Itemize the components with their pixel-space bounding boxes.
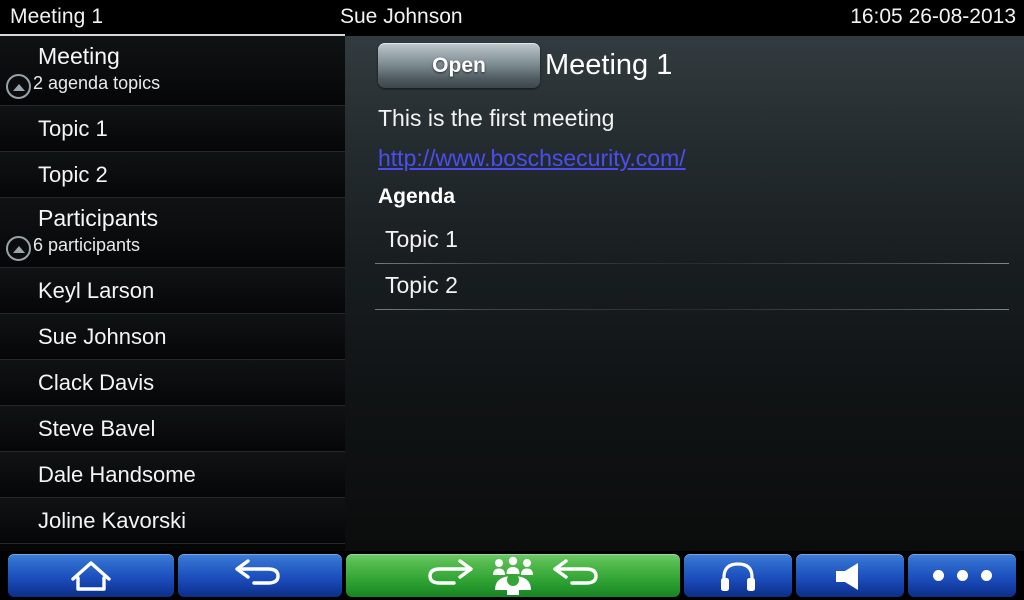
back-arrow-icon [550, 559, 604, 593]
sidebar-item-topic-2[interactable]: Topic 2 [0, 152, 345, 198]
collapse-up-icon[interactable] [6, 236, 31, 261]
sidebar-list[interactable]: Meeting 2 agenda topics Topic 1 Topic 2 … [0, 36, 345, 551]
more-button[interactable] [908, 554, 1016, 597]
back-arrow-icon [232, 559, 288, 593]
sidebar-group-title: Meeting [38, 42, 120, 70]
collapse-up-icon[interactable] [6, 74, 31, 99]
meeting-link[interactable]: http://www.boschsecurity.com/ [378, 144, 686, 172]
sidebar-group-title: Participants [38, 204, 158, 232]
sidebar-item-label: Dale Handsome [38, 460, 196, 490]
back-button[interactable] [178, 554, 342, 597]
sidebar-item-label: Sue Johnson [38, 322, 166, 352]
sidebar-group-subtitle: 6 participants [33, 234, 140, 256]
agenda-row-topic-2[interactable]: Topic 2 [375, 264, 1009, 310]
agenda-row-label: Topic 1 [385, 224, 458, 254]
header-meeting-title: Meeting 1 [10, 5, 103, 29]
sidebar-item-sue-johnson[interactable]: Sue Johnson [0, 314, 345, 360]
volume-button[interactable] [796, 554, 904, 597]
agenda-row-topic-1[interactable]: Topic 1 [375, 218, 1009, 264]
sidebar-item-dale-handsome[interactable]: Dale Handsome [0, 452, 345, 498]
sidebar-item-clack-davis[interactable]: Clack Davis [0, 360, 345, 406]
sidebar-item-label: Topic 1 [38, 114, 108, 144]
sidebar-item-label: Steve Bavel [38, 414, 155, 444]
agenda-list: Topic 1 Topic 2 [375, 218, 1009, 310]
headphones-button[interactable] [684, 554, 792, 597]
participants-group-icon [490, 556, 536, 596]
ellipsis-icon [933, 570, 992, 581]
sidebar-item-steve-bavel[interactable]: Steve Bavel [0, 406, 345, 452]
sidebar-group-subtitle: 2 agenda topics [33, 72, 160, 94]
header-current-user: Sue Johnson [340, 5, 463, 29]
headphones-icon [720, 559, 756, 593]
sidebar-item-label: Clack Davis [38, 368, 154, 398]
bottom-toolbar [0, 551, 1024, 600]
sidebar-item-label: Joline Kavorski [38, 506, 186, 536]
header-datetime: 16:05 26-08-2013 [850, 5, 1016, 29]
meeting-app-window: Meeting 1 Sue Johnson 16:05 26-08-2013 M… [0, 0, 1024, 600]
agenda-row-label: Topic 2 [385, 270, 458, 300]
forward-arrow-icon [422, 559, 476, 593]
open-button[interactable]: Open [378, 43, 540, 88]
sidebar-item-topic-1[interactable]: Topic 1 [0, 106, 345, 152]
sidebar-item-label: Keyl Larson [38, 276, 154, 306]
page-title: Meeting 1 [545, 47, 672, 83]
sidebar-group-meeting[interactable]: Meeting 2 agenda topics [0, 36, 345, 106]
agenda-heading: Agenda [378, 184, 455, 210]
meeting-description: This is the first meeting [378, 104, 614, 132]
sidebar-item-joline-kavorski[interactable]: Joline Kavorski [0, 498, 345, 544]
meeting-detail-panel: Open Meeting 1 This is the first meeting… [345, 36, 1024, 551]
home-button[interactable] [8, 554, 174, 597]
speaker-icon [831, 560, 869, 592]
agenda-row-divider [375, 309, 1009, 310]
discussion-button[interactable] [346, 554, 680, 597]
top-header-bar: Meeting 1 Sue Johnson 16:05 26-08-2013 [0, 0, 1024, 36]
sidebar-item-keyl-larson[interactable]: Keyl Larson [0, 268, 345, 314]
sidebar-group-participants[interactable]: Participants 6 participants [0, 198, 345, 268]
sidebar-item-label: Topic 2 [38, 160, 108, 190]
home-icon [69, 559, 113, 593]
